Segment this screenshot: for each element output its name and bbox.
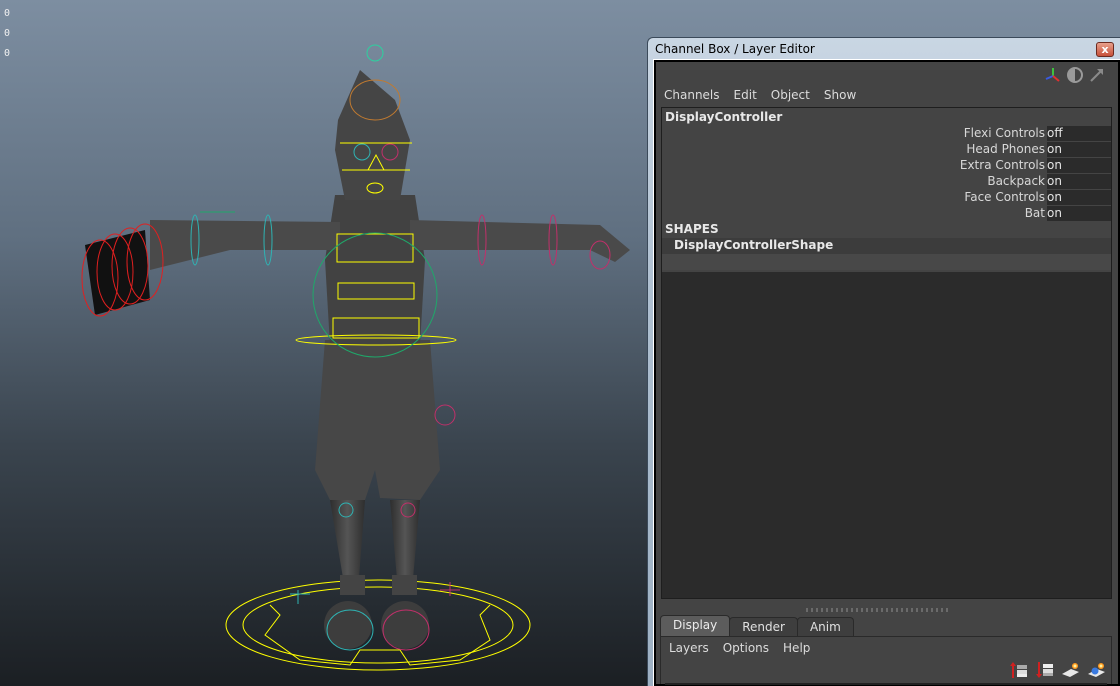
attribute-value[interactable]: on (1047, 157, 1111, 173)
attribute-label[interactable]: Backpack (987, 174, 1047, 188)
attribute-row[interactable]: Head Phones on (966, 141, 1111, 157)
menu-edit[interactable]: Edit (734, 88, 757, 102)
move-layer-down-icon[interactable] (1035, 661, 1055, 679)
layer-editor-panel: Layers Options Help (660, 636, 1112, 685)
channel-box-menu: Channels Edit Object Show (664, 88, 856, 102)
attribute-row[interactable]: Bat on (1025, 205, 1111, 221)
attribute-value[interactable]: on (1047, 189, 1111, 205)
attribute-label[interactable]: Extra Controls (960, 158, 1047, 172)
attribute-row[interactable]: Backpack on (987, 173, 1111, 189)
attribute-value[interactable]: on (1047, 141, 1111, 157)
panel-splitter[interactable] (806, 608, 951, 612)
attribute-label[interactable]: Bat (1025, 206, 1047, 220)
character-rig (81, 44, 630, 671)
arrow-icon[interactable] (1088, 66, 1106, 84)
object-name[interactable]: DisplayController (665, 110, 782, 124)
channel-list: DisplayController Flexi Controls off Hea… (662, 108, 1111, 272)
root-control (225, 579, 531, 671)
attribute-label[interactable]: Flexi Controls (964, 126, 1047, 140)
manipulator-axes-icon[interactable] (1044, 66, 1062, 84)
menu-help[interactable]: Help (783, 641, 810, 655)
menu-channels[interactable]: Channels (664, 88, 720, 102)
close-button[interactable]: x (1096, 42, 1114, 57)
attribute-row[interactable]: Flexi Controls off (964, 125, 1111, 141)
attribute-value[interactable]: on (1047, 205, 1111, 221)
attribute-label[interactable]: Face Controls (964, 190, 1047, 204)
attribute-row[interactable]: Face Controls on (964, 189, 1111, 205)
move-layer-up-icon[interactable] (1009, 661, 1029, 679)
tab-display[interactable]: Display (660, 615, 731, 637)
layer-editor-tabs: Display Render Anim (660, 615, 854, 637)
layer-menu: Layers Options Help (669, 641, 810, 655)
head (335, 70, 410, 200)
left-arm (150, 220, 340, 270)
shapes-header: SHAPES (665, 222, 719, 236)
channel-box-toolbar (1044, 66, 1106, 84)
speed-dial-icon[interactable] (1066, 66, 1084, 84)
create-layer-from-selected-icon[interactable] (1087, 661, 1107, 679)
layer-toolbar (1009, 661, 1107, 679)
shorts (315, 340, 440, 500)
channel-box-panel: DisplayController Flexi Controls off Hea… (661, 107, 1112, 599)
attribute-value[interactable]: on (1047, 173, 1111, 189)
menu-object[interactable]: Object (771, 88, 810, 102)
shape-row[interactable]: DisplayControllerShape (662, 238, 1111, 254)
layer-list[interactable] (665, 683, 1107, 685)
close-icon: x (1101, 43, 1109, 56)
menu-options[interactable]: Options (723, 641, 769, 655)
tab-anim[interactable]: Anim (796, 617, 854, 637)
shape-name[interactable]: DisplayControllerShape (674, 238, 833, 252)
legs (324, 500, 429, 649)
create-empty-layer-icon[interactable] (1061, 661, 1081, 679)
right-arm (410, 220, 630, 262)
channel-box-window: Channel Box / Layer Editor x Channels Ed… (647, 37, 1120, 686)
attribute-row[interactable]: Extra Controls on (960, 157, 1111, 173)
menu-layers[interactable]: Layers (669, 641, 709, 655)
tab-render[interactable]: Render (729, 617, 798, 637)
empty-row (662, 254, 1111, 270)
window-title: Channel Box / Layer Editor (655, 42, 815, 56)
torso (325, 195, 425, 345)
window-content: Channels Edit Object Show DisplayControl… (653, 59, 1120, 686)
menu-show[interactable]: Show (824, 88, 856, 102)
attribute-label[interactable]: Head Phones (966, 142, 1047, 156)
attribute-value[interactable]: off (1047, 125, 1111, 141)
